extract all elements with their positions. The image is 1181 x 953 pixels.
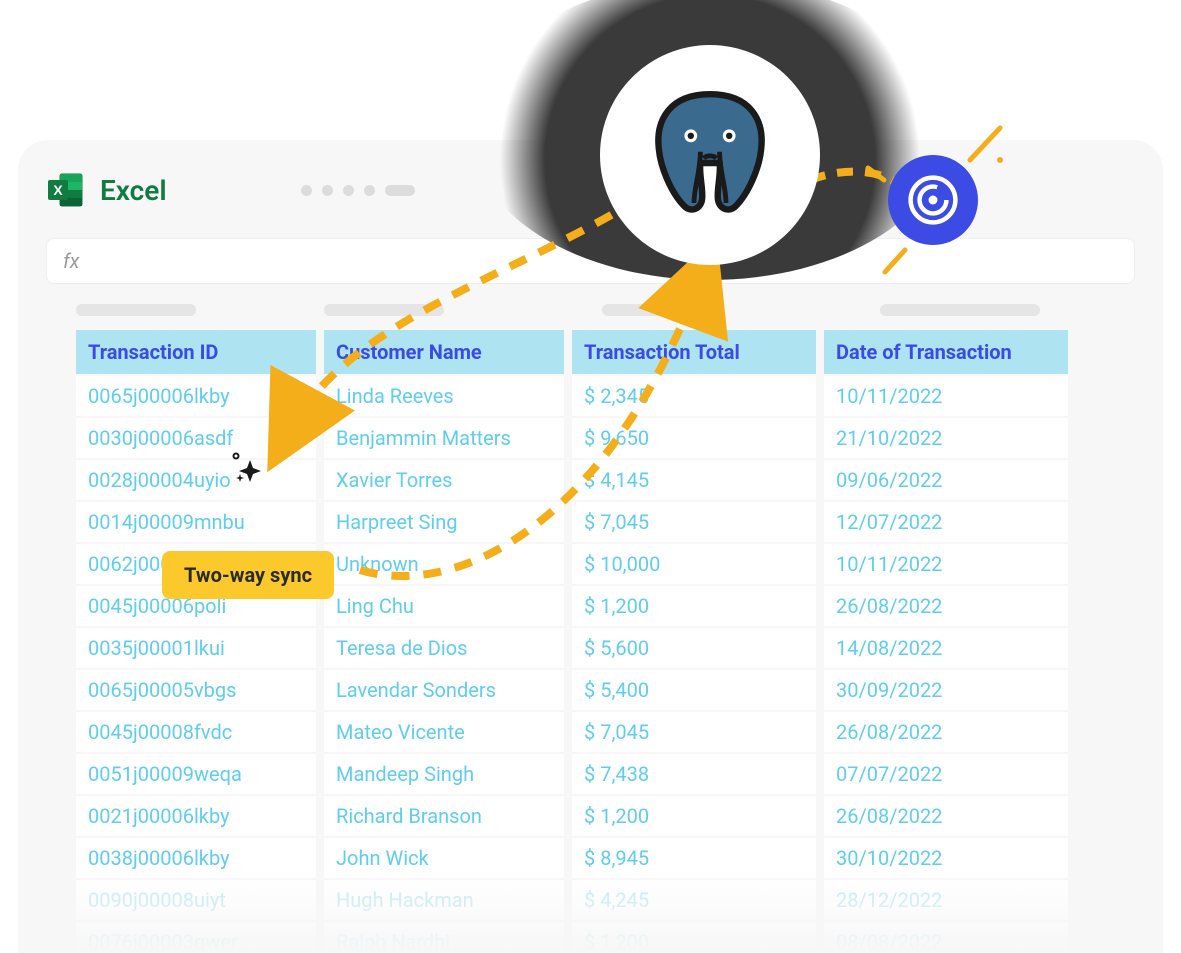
cell-name[interactable]: Hugh Hackman bbox=[324, 880, 564, 920]
cell-id[interactable]: 0021j00006lkby bbox=[76, 796, 316, 836]
column-header[interactable]: Date of Transaction bbox=[824, 330, 1068, 374]
cell-total[interactable]: $ 5,600 bbox=[572, 628, 816, 668]
cell-total[interactable]: $ 8,945 bbox=[572, 838, 816, 878]
spark-icon bbox=[860, 160, 890, 190]
column-placeholders bbox=[46, 304, 1135, 316]
cell-date[interactable]: 26/08/2022 bbox=[824, 712, 1068, 752]
cell-date[interactable]: 30/10/2022 bbox=[824, 838, 1068, 878]
app-window: X Excel fx Transaction IDCustomer NameTr… bbox=[18, 140, 1163, 953]
two-way-sync-badge: Two-way sync bbox=[162, 551, 334, 599]
cell-id[interactable]: 0076j00003qwer bbox=[76, 922, 316, 953]
cell-total[interactable]: $ 1,200 bbox=[572, 922, 816, 953]
cell-total[interactable]: $ 1,200 bbox=[572, 796, 816, 836]
cell-total[interactable]: $ 5,400 bbox=[572, 670, 816, 710]
cell-name[interactable]: Ling Chu bbox=[324, 586, 564, 626]
cell-date[interactable]: 26/08/2022 bbox=[824, 796, 1068, 836]
column-header[interactable]: Customer Name bbox=[324, 330, 564, 374]
cell-total[interactable]: $ 7,045 bbox=[572, 712, 816, 752]
cell-id[interactable]: 0045j00008fvdc bbox=[76, 712, 316, 752]
spark-icon bbox=[960, 120, 1010, 170]
fx-label: fx bbox=[63, 249, 79, 273]
cell-name[interactable]: Xavier Torres bbox=[324, 460, 564, 500]
cell-date[interactable]: 09/06/2022 bbox=[824, 460, 1068, 500]
cell-date[interactable]: 14/08/2022 bbox=[824, 628, 1068, 668]
cell-name[interactable]: Ralph Nardhi bbox=[324, 922, 564, 953]
svg-text:X: X bbox=[53, 182, 63, 198]
cell-id[interactable]: 0090j00008uiyt bbox=[76, 880, 316, 920]
cell-name[interactable]: Richard Branson bbox=[324, 796, 564, 836]
cell-date[interactable]: 30/09/2022 bbox=[824, 670, 1068, 710]
cell-total[interactable]: $ 7,045 bbox=[572, 502, 816, 542]
cell-total[interactable]: $ 2,345 bbox=[572, 376, 816, 416]
cell-date[interactable]: 28/12/2022 bbox=[824, 880, 1068, 920]
cell-name[interactable]: Unknown bbox=[324, 544, 564, 584]
cell-id[interactable]: 0014j00009mnbu bbox=[76, 502, 316, 542]
cell-name[interactable]: Lavendar Sonders bbox=[324, 670, 564, 710]
cell-total[interactable]: $ 4,245 bbox=[572, 880, 816, 920]
toolbar-placeholder bbox=[301, 185, 415, 196]
cell-date[interactable]: 12/07/2022 bbox=[824, 502, 1068, 542]
cell-total[interactable]: $ 7,438 bbox=[572, 754, 816, 794]
sparkle-icon bbox=[230, 450, 264, 484]
column-header[interactable]: Transaction Total bbox=[572, 330, 816, 374]
cell-id[interactable]: 0051j00009weqa bbox=[76, 754, 316, 794]
spreadsheet-table[interactable]: Transaction IDCustomer NameTransaction T… bbox=[76, 330, 1105, 953]
cell-total[interactable]: $ 1,200 bbox=[572, 586, 816, 626]
cell-id[interactable]: 0065j00006lkby bbox=[76, 376, 316, 416]
postgresql-icon bbox=[600, 45, 820, 265]
cell-date[interactable]: 26/08/2022 bbox=[824, 586, 1068, 626]
cell-date[interactable]: 08/08/2022 bbox=[824, 922, 1068, 953]
cell-id[interactable]: 0030j00006asdf bbox=[76, 418, 316, 458]
excel-icon: X bbox=[46, 170, 86, 210]
cell-id[interactable]: 0038j00006lkby bbox=[76, 838, 316, 878]
cell-date[interactable]: 10/11/2022 bbox=[824, 376, 1068, 416]
spark-icon bbox=[875, 240, 915, 280]
cell-name[interactable]: Mandeep Singh bbox=[324, 754, 564, 794]
cell-date[interactable]: 07/07/2022 bbox=[824, 754, 1068, 794]
cell-id[interactable]: 0035j00001lkui bbox=[76, 628, 316, 668]
cell-date[interactable]: 21/10/2022 bbox=[824, 418, 1068, 458]
cell-name[interactable]: Benjammin Matters bbox=[324, 418, 564, 458]
cell-name[interactable]: Harpreet Sing bbox=[324, 502, 564, 542]
cell-name[interactable]: Linda Reeves bbox=[324, 376, 564, 416]
app-title: Excel bbox=[100, 174, 167, 207]
column-header[interactable]: Transaction ID bbox=[76, 330, 316, 374]
cell-id[interactable]: 0065j00005vbgs bbox=[76, 670, 316, 710]
cell-id[interactable]: 0028j00004uyio bbox=[76, 460, 316, 500]
cell-total[interactable]: $ 10,000 bbox=[572, 544, 816, 584]
cell-total[interactable]: $ 4,145 bbox=[572, 460, 816, 500]
cell-total[interactable]: $ 9,650 bbox=[572, 418, 816, 458]
cell-date[interactable]: 10/11/2022 bbox=[824, 544, 1068, 584]
cell-name[interactable]: Teresa de Dios bbox=[324, 628, 564, 668]
cell-name[interactable]: Mateo Vicente bbox=[324, 712, 564, 752]
cell-name[interactable]: John Wick bbox=[324, 838, 564, 878]
